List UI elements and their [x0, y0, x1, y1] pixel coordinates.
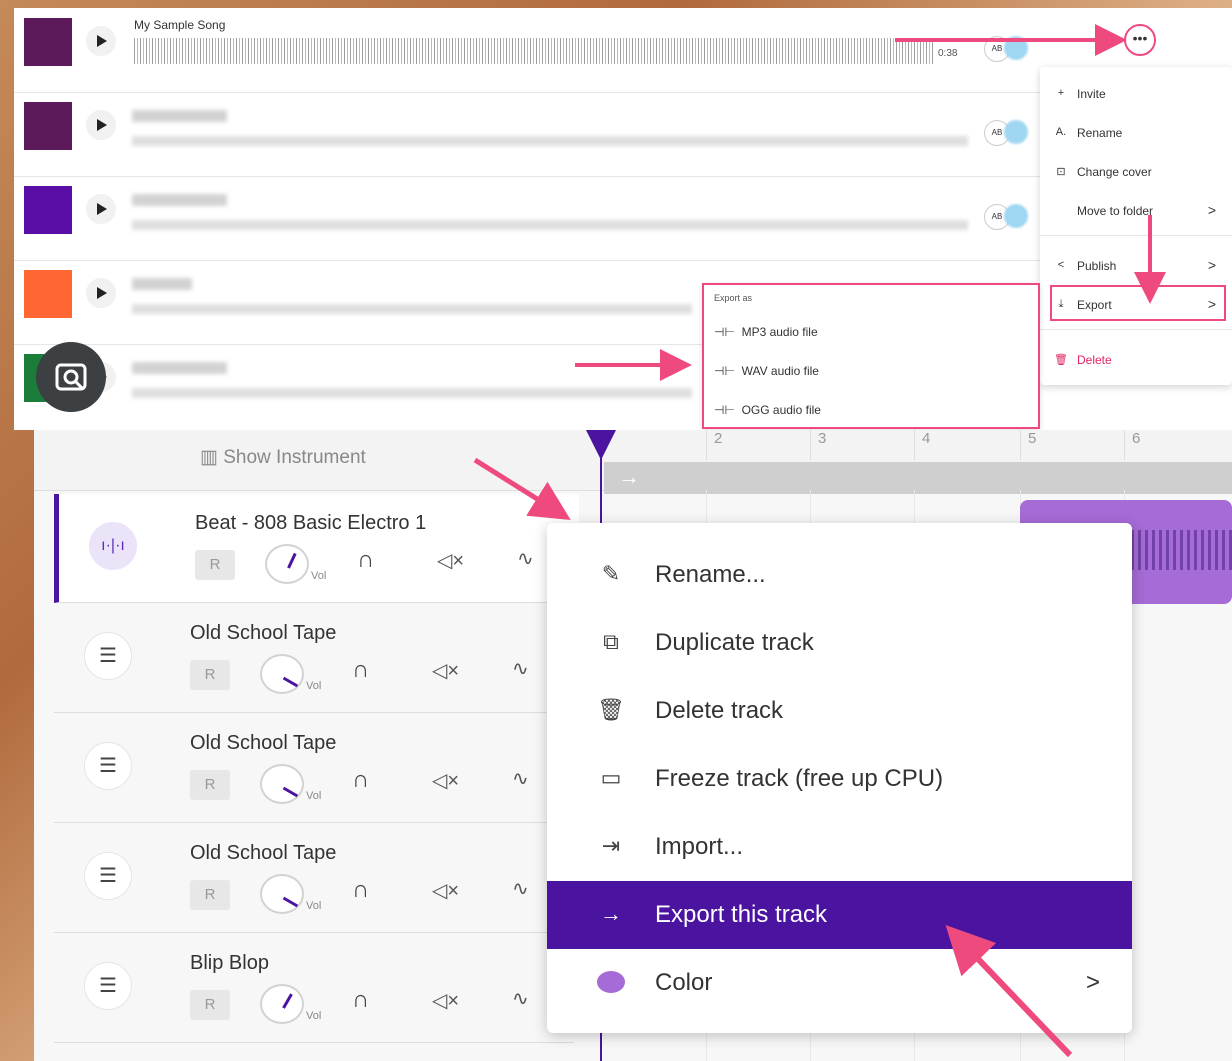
annotation-arrow	[945, 924, 1073, 1058]
annotation-arrows	[473, 24, 1166, 1058]
annotation-arrow	[473, 457, 571, 520]
